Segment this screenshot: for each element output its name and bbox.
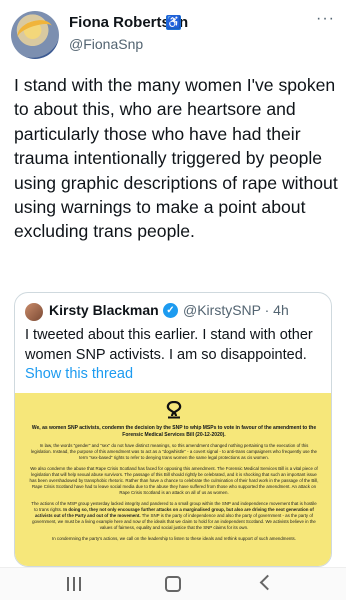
back-icon[interactable] [259, 574, 276, 591]
avatar-sweep [14, 15, 56, 49]
tweet-header: Fiona Robertson ♿ @FionaSnp ··· [0, 0, 346, 70]
quoted-tweet[interactable]: Kirsty Blackman ✓ @KirstySNP · 4h I twee… [14, 292, 332, 567]
quote-text: I tweeted about this earlier. I stand wi… [25, 327, 313, 363]
quote-avatar[interactable] [25, 303, 43, 321]
show-thread-link[interactable]: Show this thread [25, 366, 133, 382]
quote-display-name: Kirsty Blackman [49, 302, 159, 318]
statement-title: We, as women SNP activists, condemn the … [31, 425, 317, 438]
statement-image[interactable]: We, as women SNP activists, condemn the … [15, 393, 331, 566]
more-icon[interactable]: ··· [316, 11, 338, 28]
snp-logo-icon [163, 401, 185, 419]
statement-paragraph: In law, the words "gender" and "sex" do … [31, 443, 317, 460]
verified-icon: ✓ [163, 303, 178, 318]
wheelchair-icon: ♿ [166, 15, 181, 30]
avatar[interactable] [11, 11, 59, 59]
tweet-text: I stand with the many women I've spoken … [14, 75, 338, 242]
statement-paragraph: The actions of the MSP group yesterday l… [29, 501, 319, 531]
system-nav-bar [0, 567, 346, 600]
statement-paragraph: We also condemn the abuse that Rape Cris… [29, 466, 319, 495]
recent-apps-icon[interactable] [66, 577, 82, 591]
handle[interactable]: @FionaSnp [69, 36, 143, 52]
home-icon[interactable] [165, 576, 181, 592]
statement-paragraph: In condemning the party's actions, we ca… [52, 536, 296, 541]
quote-handle-time: @KirstySNP · 4h [183, 302, 289, 318]
